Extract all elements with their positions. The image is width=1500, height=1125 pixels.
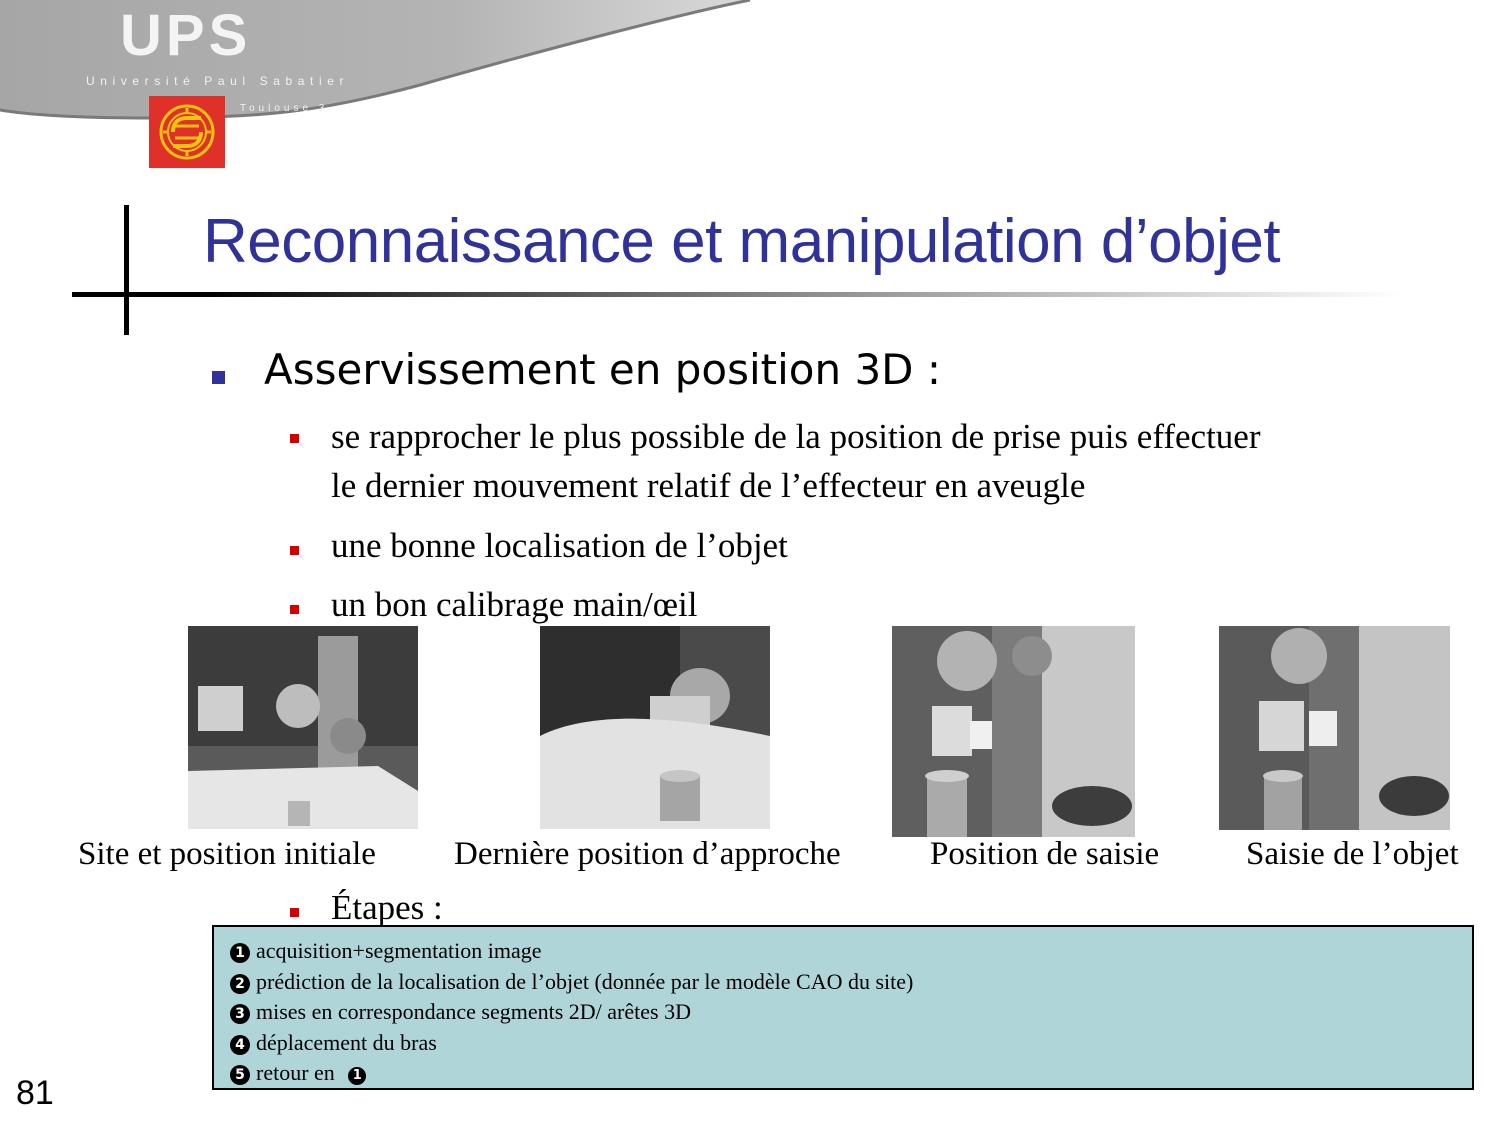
step-number-icon: 4 [230,1034,250,1055]
bullet-square-icon [212,371,225,384]
sub-bullet-approach-line-2: le dernier mouvement relatif de l’effect… [331,466,1086,505]
logo-university-name: Université Paul Sabatier [86,74,350,88]
step-return-number-icon: 1 [348,1067,367,1085]
step-item: 4 déplacement du bras [230,1028,1472,1059]
sub-bullet-approach: se rapprocher le plus possible de la pos… [331,412,1261,510]
step-text: retour en [256,1060,341,1085]
steps-box: 1 acquisition+segmentation image 2 prédict… [212,925,1474,1090]
step-item: 5 retour en 1 [230,1058,1472,1089]
title-rule-horizontal [72,292,1402,297]
sub-bullet-localisation: une bonne localisation de l’objet [331,526,788,565]
sub-bullet-square-icon [290,605,299,614]
logo-ups: UPS [120,3,252,68]
caption-last-approach: Dernière position d’approche [454,836,841,872]
photo-grasp-position [892,626,1135,837]
step-number-icon: 5 [230,1065,250,1085]
logo-city: Toulouse 3 [240,103,329,114]
step-text: acquisition+segmentation image [256,938,542,963]
sub-bullet-square-icon [290,434,299,443]
photo-object-grasped [1219,626,1450,830]
sub-bullet-square-icon [290,908,299,917]
step-item: 2 prédiction de la localisation de l’obje… [230,967,1472,998]
sub-bullet-approach-line-1: se rapprocher le plus possible de la pos… [331,417,1261,456]
university-seal-icon [149,96,225,168]
caption-grasp-position: Position de saisie [930,836,1160,872]
step-item: 3 mises en correspondance segments 2D/ ar… [230,997,1472,1028]
step-number-icon: 2 [230,973,250,994]
photo-last-approach [540,626,770,829]
page-number: 81 [16,1074,54,1112]
photo-initial-position [188,626,418,829]
step-text: prédiction de la localisation de l’objet… [256,968,914,994]
title-rule-vertical [124,205,129,335]
caption-object-grasped: Saisie de l’objet [1246,836,1459,872]
slide-title: Reconnaissance et manipulation d’objet [203,207,1281,276]
sub-bullet-calibration: un bon calibrage main/œil [331,585,698,624]
main-bullet-text: Asservissement en position 3D : [264,345,942,394]
step-text: déplacement du bras [256,1029,437,1055]
step-number-icon: 3 [230,1004,250,1024]
step-number-icon: 1 [230,943,250,963]
step-item: 1 acquisition+segmentation image [230,936,1472,967]
sub-bullet-square-icon [290,546,299,555]
caption-initial-position: Site et position initiale [78,836,376,872]
step-text: mises en correspondance segments 2D/ arê… [256,999,691,1024]
